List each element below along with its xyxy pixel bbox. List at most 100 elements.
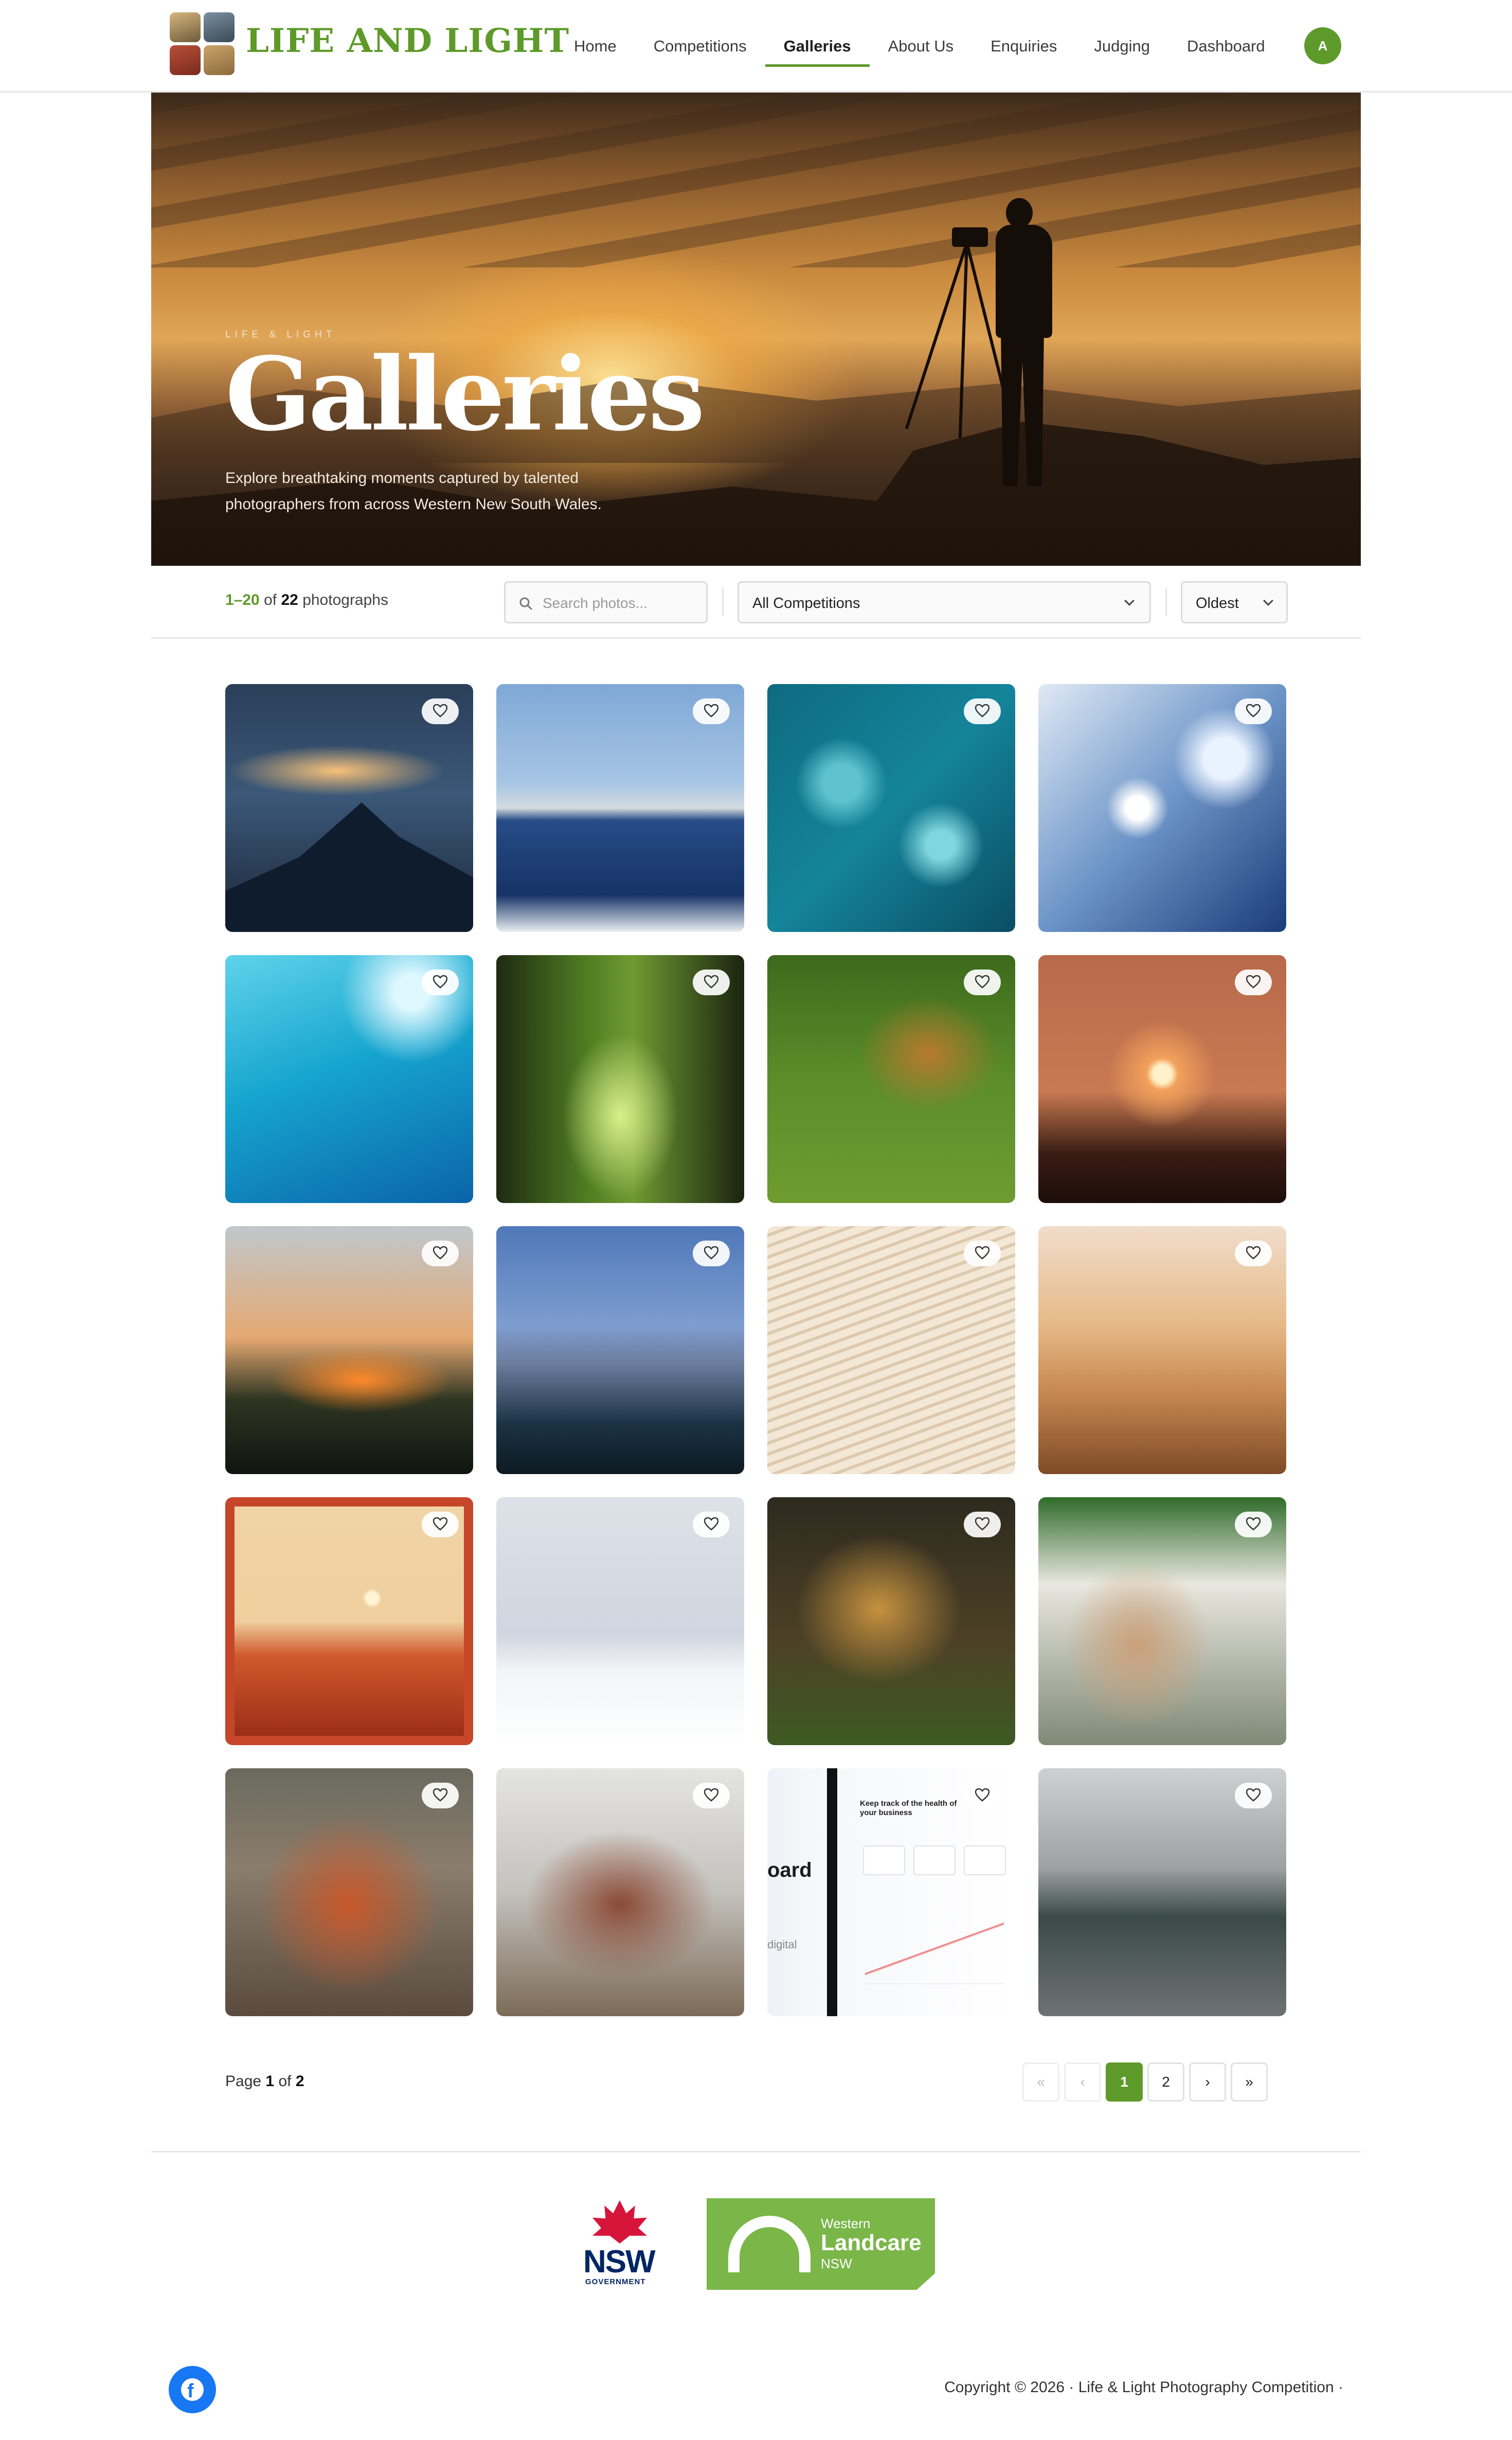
favorite-button[interactable] <box>693 698 730 724</box>
favorite-button[interactable] <box>693 1512 730 1537</box>
photo-tile[interactable]: oard Keep track of the health of your bu… <box>767 1768 1015 2016</box>
search-placeholder: Search photos... <box>543 595 647 611</box>
dashboard-card <box>964 1845 1006 1875</box>
favorite-button[interactable] <box>964 1512 1001 1537</box>
photo-tile[interactable] <box>496 955 744 1203</box>
favorite-button[interactable] <box>422 970 459 995</box>
heart-icon <box>1246 975 1261 989</box>
photo-tile[interactable] <box>225 684 473 932</box>
photo-tile[interactable] <box>767 1226 1015 1474</box>
page-label: Page <box>225 2073 262 2090</box>
brand-name[interactable]: LIFE AND LIGHT <box>246 22 569 60</box>
heart-icon <box>433 704 447 717</box>
heart-icon <box>433 1517 447 1531</box>
result-total: 22 <box>281 591 298 608</box>
next-page-button[interactable]: › <box>1189 2062 1226 2102</box>
facebook-icon: f <box>181 2378 204 2402</box>
nav-competitions[interactable]: Competitions <box>635 0 765 93</box>
favorite-button[interactable] <box>1235 1783 1272 1808</box>
chevron-down-icon <box>1263 596 1273 606</box>
nav-judging[interactable]: Judging <box>1075 0 1168 93</box>
page-of: of <box>278 2073 292 2090</box>
nav-enquiries[interactable]: Enquiries <box>972 0 1075 93</box>
favorite-button[interactable] <box>1235 1512 1272 1537</box>
page-current: 1 <box>265 2073 275 2090</box>
photo-tile[interactable] <box>225 955 473 1203</box>
favorite-button[interactable] <box>964 698 1001 724</box>
favorite-button[interactable] <box>964 970 1001 995</box>
favorite-button[interactable] <box>1235 970 1272 995</box>
heart-icon <box>704 704 718 717</box>
photo-grid: oard Keep track of the health of your bu… <box>225 684 1287 2016</box>
photo-tile[interactable] <box>225 1768 473 2016</box>
favorite-button[interactable] <box>964 1241 1001 1266</box>
photo-tile[interactable] <box>225 1497 473 1745</box>
page-total: 2 <box>295 2073 304 2090</box>
nsw-logo-text: NSW <box>583 2244 656 2280</box>
dashboard-side-word: digital <box>767 1938 797 1951</box>
photo-tile[interactable] <box>767 1497 1015 1745</box>
search-input[interactable]: Search photos... <box>504 581 708 623</box>
favorite-button[interactable] <box>1235 698 1272 724</box>
western-landcare-logo[interactable]: Western Landcare NSW <box>707 2198 935 2290</box>
hero-description: Explore breathtaking moments captured by… <box>225 470 602 513</box>
heart-icon <box>975 1788 989 1802</box>
page-title: Galleries <box>225 335 705 454</box>
nav-home[interactable]: Home <box>555 0 635 93</box>
sort-select[interactable]: Oldest <box>1181 581 1288 623</box>
main-nav: Home Competitions Galleries About Us Enq… <box>555 0 1284 93</box>
page-indicator: Page 1 of 2 <box>225 2073 304 2090</box>
favorite-button[interactable] <box>693 1241 730 1266</box>
heart-icon <box>433 1788 447 1802</box>
favorite-button[interactable] <box>964 1783 1001 1808</box>
page-button-2[interactable]: 2 <box>1147 2062 1184 2102</box>
nsw-government-logo[interactable]: NSW GOVERNMENT <box>581 2200 658 2288</box>
landcare-main-text: Landcare <box>821 2230 922 2255</box>
heart-icon <box>704 1517 718 1531</box>
heart-icon <box>704 975 718 989</box>
prev-page-button[interactable]: ‹ <box>1064 2062 1101 2102</box>
photo-tile[interactable] <box>1038 1497 1286 1745</box>
first-page-button[interactable]: « <box>1022 2062 1059 2102</box>
filter-divider <box>1165 588 1167 616</box>
dashboard-heading: Keep track of the health of your busines… <box>860 1799 957 1817</box>
favorite-button[interactable] <box>693 970 730 995</box>
favorite-button[interactable] <box>1235 1241 1272 1266</box>
competition-select[interactable]: All Competitions <box>737 581 1151 623</box>
hero-banner: LIFE & LIGHT Galleries Explore breathtak… <box>151 93 1361 566</box>
user-avatar[interactable]: A <box>1304 27 1341 64</box>
photo-tile[interactable] <box>1038 684 1286 932</box>
nav-about-us[interactable]: About Us <box>870 0 973 93</box>
pagination: « ‹ 1 2 › » <box>1022 2062 1268 2102</box>
photo-tile[interactable] <box>1038 1226 1286 1474</box>
favorite-button[interactable] <box>422 1241 459 1266</box>
heart-icon <box>1246 1788 1261 1802</box>
favorite-button[interactable] <box>422 1512 459 1537</box>
favorite-button[interactable] <box>422 1783 459 1808</box>
heart-icon <box>975 1517 989 1531</box>
photo-tile[interactable] <box>1038 1768 1286 2016</box>
photo-tile[interactable] <box>767 955 1015 1203</box>
dashboard-word: oard <box>767 1859 812 1881</box>
facebook-link[interactable]: f <box>169 2366 216 2413</box>
nav-dashboard[interactable]: Dashboard <box>1168 0 1284 93</box>
competition-select-value: All Competitions <box>752 595 860 612</box>
nsw-logo-subtext: GOVERNMENT <box>585 2277 646 2286</box>
photo-tile[interactable] <box>767 684 1015 932</box>
dashboard-card <box>913 1845 956 1875</box>
site-logo-icon[interactable] <box>170 12 236 76</box>
favorite-button[interactable] <box>693 1783 730 1808</box>
copyright-text: Copyright © 2026 · Life & Light Photogra… <box>944 2379 1343 2396</box>
photo-tile[interactable] <box>1038 955 1286 1203</box>
photo-tile[interactable] <box>496 1497 744 1745</box>
favorite-button[interactable] <box>422 698 459 724</box>
landcare-top-text: Western <box>821 2216 871 2231</box>
nav-galleries[interactable]: Galleries <box>765 0 870 93</box>
last-page-button[interactable]: » <box>1231 2062 1268 2102</box>
photo-tile[interactable] <box>496 1226 744 1474</box>
photo-tile[interactable] <box>496 684 744 932</box>
page-button-1[interactable]: 1 <box>1106 2062 1143 2102</box>
photo-tile[interactable] <box>496 1768 744 2016</box>
photo-tile[interactable] <box>225 1226 473 1474</box>
waratah-icon <box>592 2200 647 2244</box>
